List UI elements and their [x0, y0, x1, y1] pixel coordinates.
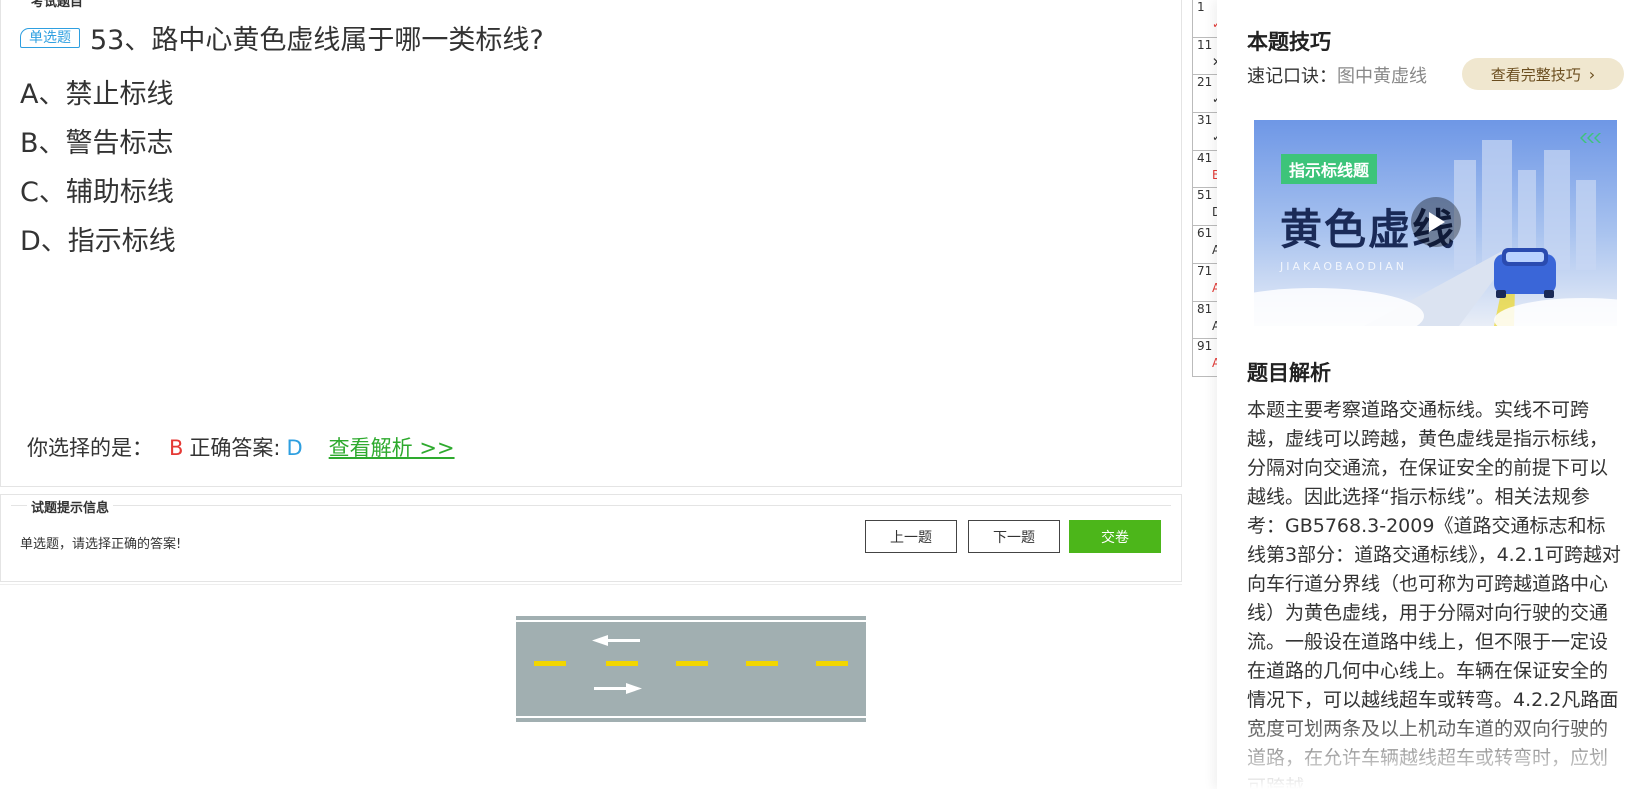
question-type-badge: 单选题 [20, 27, 80, 48]
submit-exam-button[interactable]: 交卷 [1069, 520, 1161, 553]
your-choice-label: 你选择的是： [27, 436, 153, 460]
question-title: 单选题 53、路中心黄色虚线属于哪一类标线? [20, 18, 544, 57]
divider [0, 584, 1182, 585]
tips-video[interactable]: 指示标线题 黄色虚线 JIAKAOBAODIAN [1254, 120, 1617, 326]
chevron-decoration-icon [1580, 133, 1601, 143]
video-watermark: JIAKAOBAODIAN [1280, 260, 1408, 273]
correct-answer-label: 正确答案: [189, 436, 281, 460]
mnemonic-label: 速记口诀： [1247, 66, 1337, 87]
mnemonic-preview: 图中黄虚线 [1337, 66, 1427, 87]
yellow-dashed-centerline [534, 661, 848, 666]
option-d[interactable]: D、指示标线 [20, 219, 176, 258]
play-icon[interactable] [1411, 197, 1461, 247]
chevron-right-icon: › [1588, 64, 1596, 84]
hint-text: 单选题，请选择正确的答案! [20, 537, 182, 552]
view-full-tips-label: 查看完整技巧 [1490, 65, 1581, 84]
option-a[interactable]: A、禁止标线 [20, 72, 173, 111]
mnemonic-line: 速记口诀：图中黄虚线 [1247, 62, 1427, 88]
right-arrow-icon [594, 683, 642, 694]
road-lanes-graphic [534, 635, 848, 694]
option-b[interactable]: B、警告标志 [20, 121, 174, 160]
car-icon [1494, 248, 1556, 298]
question-text: 53、路中心黄色虚线属于哪一类标线? [90, 25, 544, 56]
video-tag: 指示标线题 [1281, 154, 1378, 184]
correct-answer-value: D [286, 436, 303, 460]
tips-sidebar: 本题技巧 速记口诀：图中黄虚线 查看完整技巧 › 指示标线题 黄色虚线 JIAK… [1217, 0, 1630, 789]
question-panel: 考试题目 [0, 0, 1182, 487]
hint-legend: 试题提示信息 [27, 497, 114, 516]
prev-question-button[interactable]: 上一题 [865, 520, 957, 553]
analysis-title: 题目解析 [1247, 361, 1331, 385]
view-full-tips-button[interactable]: 查看完整技巧 › [1462, 58, 1624, 90]
your-choice-value: B [169, 436, 184, 460]
left-arrow-icon [592, 635, 640, 646]
analysis-text: 本题主要考察道路交通标线。实线不可跨越，虚线可以跨越，黄色虚线是指示标线，分隔对… [1247, 399, 1621, 789]
view-analysis-link[interactable]: 查看解析 >> [329, 432, 455, 462]
section-legend: 考试题目 [27, 0, 88, 10]
next-question-button[interactable]: 下一题 [968, 520, 1060, 553]
tips-title: 本题技巧 [1247, 30, 1331, 54]
road-marking-image [516, 616, 866, 722]
option-c[interactable]: C、辅助标线 [20, 170, 174, 209]
answer-result: 你选择的是： B 正确答案: D 查看解析 >> [27, 432, 455, 462]
